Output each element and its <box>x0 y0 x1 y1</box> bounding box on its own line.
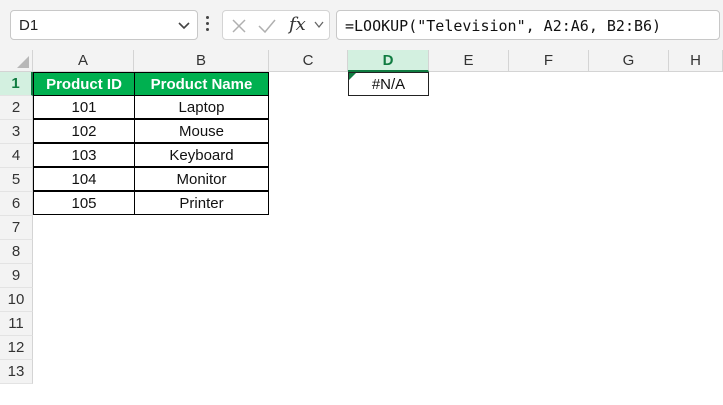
fx-chevron-down-icon[interactable] <box>313 20 325 30</box>
table-cell-b5[interactable]: Monitor <box>134 167 269 191</box>
row-header-2[interactable]: 2 <box>0 96 33 120</box>
row-header-4[interactable]: 4 <box>0 144 33 168</box>
formula-input[interactable]: =LOOKUP("Television", A2:A6, B2:B6) <box>336 10 720 40</box>
worksheet-grid: A B C D E F G H 1 2 3 4 5 6 7 8 9 10 11 … <box>0 50 723 405</box>
row-header-10[interactable]: 10 <box>0 288 33 312</box>
enter-check-icon[interactable] <box>257 18 277 34</box>
row-header-5[interactable]: 5 <box>0 168 33 192</box>
error-indicator-icon <box>349 73 356 80</box>
column-header-f[interactable]: F <box>509 50 589 72</box>
column-header-e[interactable]: E <box>429 50 509 72</box>
insert-function-icon[interactable]: fx <box>289 14 306 35</box>
row-header-9[interactable]: 9 <box>0 264 33 288</box>
more-options-icon[interactable] <box>205 16 211 34</box>
result-cell-d1[interactable]: #N/A <box>348 72 429 96</box>
table-header-product-id[interactable]: Product ID <box>33 72 135 96</box>
table-cell-b6[interactable]: Printer <box>134 191 269 215</box>
table-cell-b4[interactable]: Keyboard <box>134 143 269 167</box>
row-header-8[interactable]: 8 <box>0 240 33 264</box>
table-cell-a6[interactable]: 105 <box>33 191 135 215</box>
row-header-13[interactable]: 13 <box>0 360 33 384</box>
name-box[interactable]: D1 <box>10 10 198 40</box>
row-header-11[interactable]: 11 <box>0 312 33 336</box>
column-header-h[interactable]: H <box>669 50 723 72</box>
table-cell-a2[interactable]: 101 <box>33 95 135 119</box>
table-cell-b3[interactable]: Mouse <box>134 119 269 143</box>
cancel-icon[interactable] <box>231 18 247 34</box>
row-header-6[interactable]: 6 <box>0 192 33 216</box>
column-header-c[interactable]: C <box>269 50 348 72</box>
name-box-value: D1 <box>19 17 39 34</box>
column-header-d[interactable]: D <box>348 50 429 72</box>
column-header-g[interactable]: G <box>589 50 669 72</box>
row-header-3[interactable]: 3 <box>0 120 33 144</box>
row-header-12[interactable]: 12 <box>0 336 33 360</box>
formula-bar: D1 fx =LOOKUP("Television", A2:A6, B2:B6… <box>0 0 723 50</box>
table-cell-a4[interactable]: 103 <box>33 143 135 167</box>
result-cell-value: #N/A <box>371 76 406 93</box>
table-cell-a5[interactable]: 104 <box>33 167 135 191</box>
row-header-1[interactable]: 1 <box>0 72 33 96</box>
table-cell-a3[interactable]: 102 <box>33 119 135 143</box>
formula-buttons: fx <box>222 10 330 40</box>
chevron-down-icon[interactable] <box>177 20 191 32</box>
table-header-product-name[interactable]: Product Name <box>134 72 269 96</box>
table-cell-b2[interactable]: Laptop <box>134 95 269 119</box>
row-header-7[interactable]: 7 <box>0 216 33 240</box>
formula-text: =LOOKUP("Television", A2:A6, B2:B6) <box>345 17 662 35</box>
select-all-button[interactable] <box>0 50 33 72</box>
column-header-b[interactable]: B <box>134 50 269 72</box>
column-header-a[interactable]: A <box>33 50 134 72</box>
